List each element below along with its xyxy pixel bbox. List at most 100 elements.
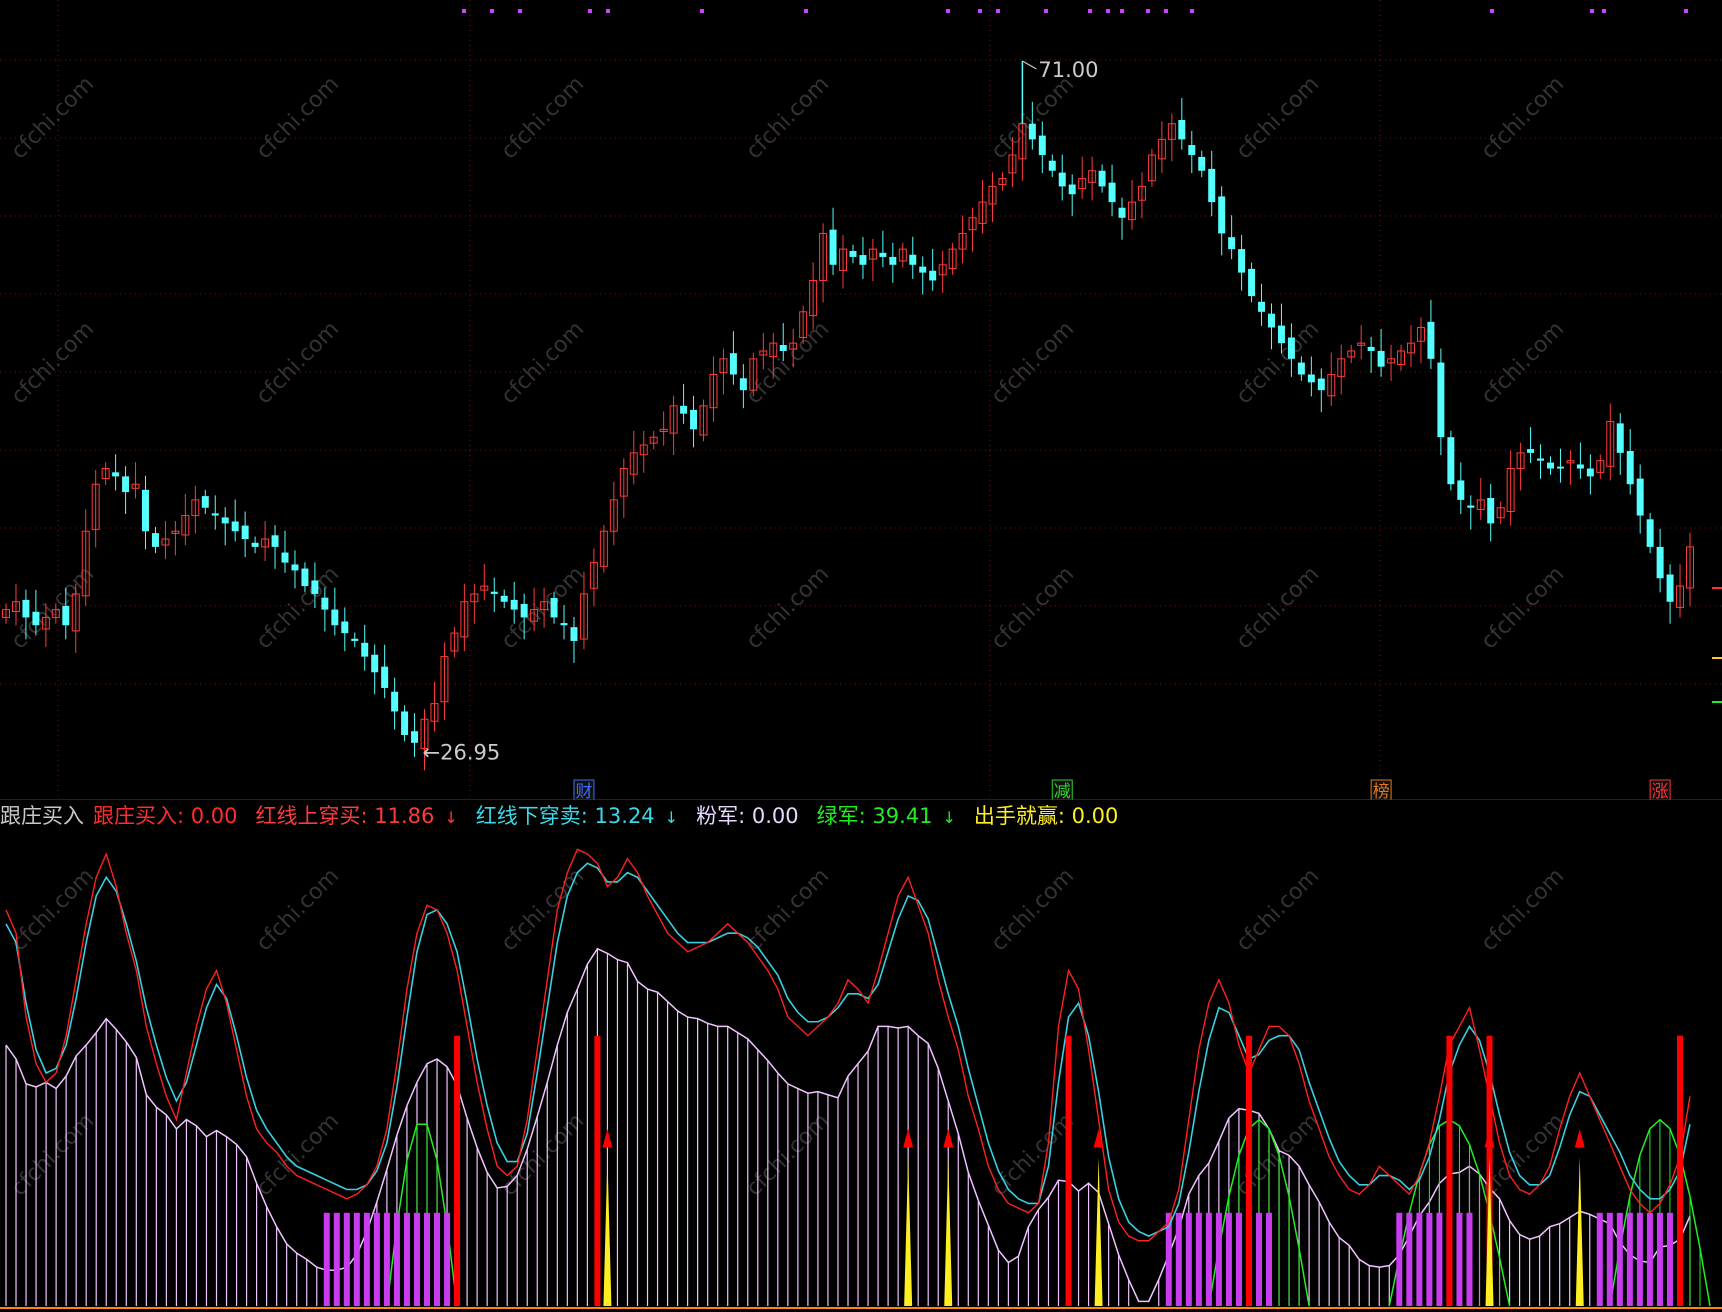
chart-stage: cfchi.com cfchi.com cfchi.com cfchi.com cfch…	[0, 0, 1722, 1312]
candle	[1537, 444, 1545, 479]
candle-body	[22, 599, 30, 618]
candle	[819, 223, 828, 303]
yellow-spike	[603, 1156, 612, 1306]
candle-body	[1487, 497, 1495, 524]
candle-body	[271, 535, 279, 547]
candle-body	[1317, 378, 1325, 391]
candle-body	[381, 666, 389, 688]
red-spike	[1676, 1035, 1683, 1306]
candle	[112, 454, 120, 491]
candle	[1596, 454, 1605, 479]
candle	[1108, 164, 1116, 217]
candle-body	[331, 609, 339, 626]
magenta-bar	[1225, 1212, 1232, 1306]
candle-body	[401, 711, 409, 735]
candle-body	[1616, 423, 1624, 453]
candle	[401, 705, 409, 742]
top-marker-dot	[996, 9, 1000, 13]
candle	[11, 583, 20, 626]
candle	[948, 242, 957, 275]
top-marker-dot	[490, 9, 494, 13]
candle	[101, 462, 110, 485]
candle	[759, 332, 768, 370]
candle	[161, 521, 170, 560]
top-marker-dot	[700, 9, 704, 13]
watermark-text: cfchi.com	[987, 317, 1080, 410]
candle-body	[1586, 468, 1594, 477]
candle	[599, 524, 608, 573]
yellow-spike	[1575, 1156, 1584, 1306]
candle-body	[291, 564, 299, 571]
candle	[1198, 150, 1206, 178]
candle-body	[1457, 480, 1465, 500]
candle	[131, 462, 140, 499]
candle	[1078, 156, 1087, 199]
candle	[1457, 462, 1465, 514]
candle-body	[351, 638, 359, 641]
candle-body	[1277, 325, 1285, 344]
candle-body	[1198, 156, 1206, 171]
yellow-spike	[1094, 1156, 1103, 1306]
candle-body	[909, 254, 917, 265]
watermark-text: cfchi.com	[7, 864, 100, 957]
candle	[281, 530, 289, 573]
candle	[709, 356, 718, 422]
candle	[341, 607, 349, 652]
candle-body	[1178, 119, 1186, 140]
candle-body	[1108, 182, 1116, 203]
candle	[1487, 483, 1495, 542]
candle	[1167, 113, 1176, 162]
candle	[1098, 164, 1106, 193]
candle	[1248, 262, 1256, 303]
event-marker: 财	[573, 779, 595, 800]
candle	[639, 430, 648, 473]
legend-item-yellow: 出手就赢: 0.00	[973, 804, 1119, 828]
candle-body	[500, 595, 508, 602]
candle	[589, 548, 598, 607]
candle	[231, 499, 239, 542]
candle	[1686, 532, 1694, 606]
candle	[1626, 429, 1634, 495]
magenta-bar	[1426, 1212, 1433, 1306]
watermark-text: cfchi.com	[1232, 562, 1325, 655]
watermark-text: cfchi.com	[1477, 864, 1570, 957]
candle	[619, 458, 628, 519]
candles	[2, 98, 1694, 771]
candle-body	[32, 611, 40, 626]
candle	[500, 589, 508, 609]
candle	[181, 493, 190, 546]
candle-body	[151, 533, 159, 547]
candle	[1377, 329, 1385, 377]
candle	[680, 383, 688, 424]
watermark-layer: cfchi.com cfchi.com cfchi.com cfchi.com cfch…	[7, 864, 1722, 1202]
candle-body	[1068, 184, 1076, 195]
watermark-text: cfchi.com	[7, 72, 100, 165]
candle	[2, 603, 10, 624]
magenta-bar	[1205, 1212, 1212, 1306]
candle	[1088, 156, 1097, 201]
red-spike	[1065, 1035, 1072, 1306]
magenta-bar	[353, 1212, 360, 1306]
watermark-text: cfchi.com	[7, 1109, 100, 1202]
candle	[391, 677, 399, 730]
magenta-bar	[343, 1212, 350, 1306]
candle	[649, 430, 658, 450]
candle	[490, 577, 498, 612]
candle	[460, 583, 469, 651]
top-marker-dot	[1120, 9, 1124, 13]
candle	[868, 238, 877, 282]
magenta-bar	[434, 1212, 441, 1306]
candle	[929, 248, 937, 291]
candle	[968, 207, 977, 252]
top-marker-dot	[1490, 9, 1494, 13]
candle-body	[201, 496, 209, 508]
candle	[1258, 283, 1266, 326]
candle	[938, 250, 947, 293]
top-marker-dot	[1106, 9, 1110, 13]
candle	[251, 536, 259, 554]
magenta-bar	[424, 1212, 430, 1306]
candle-body	[241, 525, 249, 540]
candle	[122, 466, 130, 514]
watermark-text: cfchi.com	[742, 864, 835, 957]
indicator-name: 跟庄买入	[0, 804, 84, 828]
